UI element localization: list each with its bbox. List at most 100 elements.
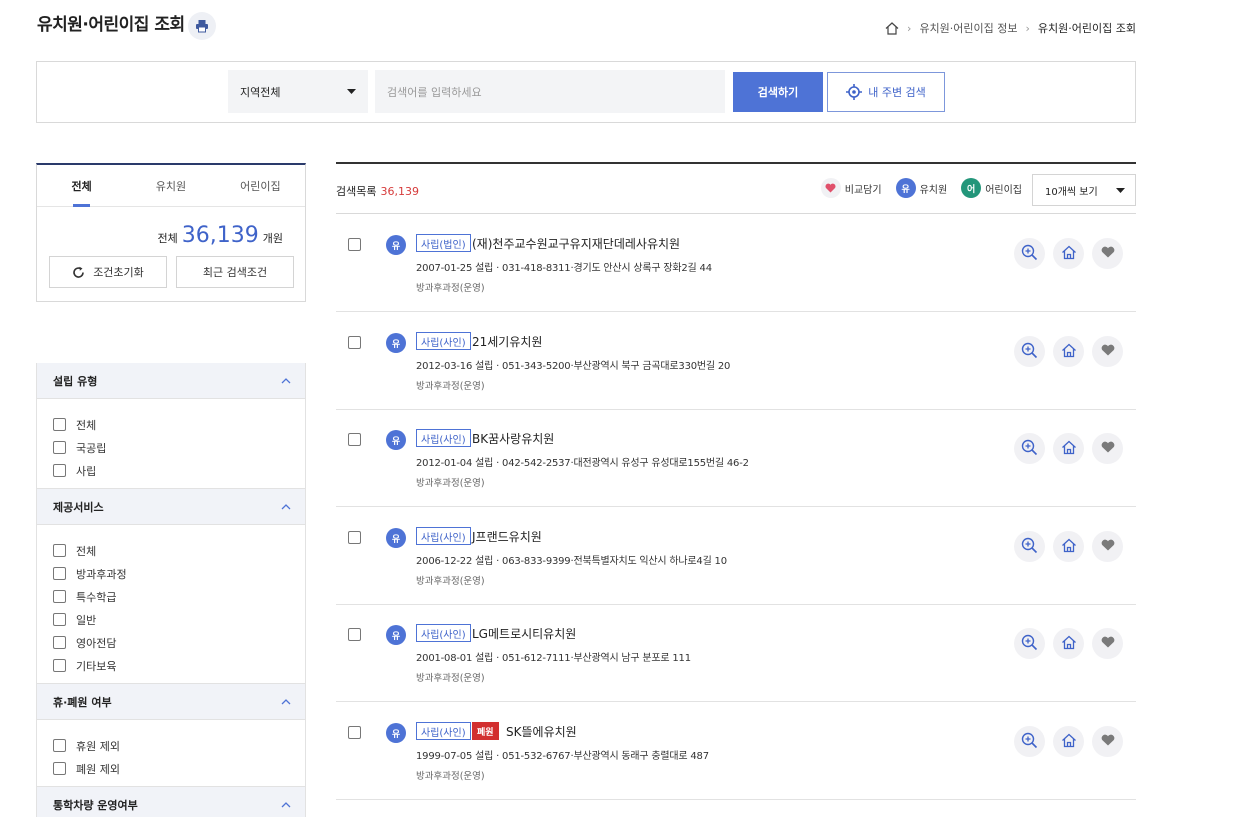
filter-option[interactable]: 사립 [53, 459, 289, 482]
checkbox[interactable] [53, 613, 66, 626]
homepage-button[interactable] [1053, 531, 1084, 562]
homepage-button[interactable] [1053, 628, 1084, 659]
item-actions [1014, 726, 1123, 757]
select-checkbox[interactable] [348, 336, 361, 349]
compare-legend[interactable]: 비교담기 [820, 178, 882, 198]
facility-name[interactable]: (재)천주교수원교구유지재단데레사유치원 [472, 235, 680, 252]
checkbox[interactable] [53, 739, 66, 752]
filter-header-services[interactable]: 제공서비스 [37, 489, 305, 525]
select-checkbox[interactable] [348, 433, 361, 446]
filter-option[interactable]: 특수학급 [53, 585, 289, 608]
search-input[interactable]: 검색어를 입력하세요 [375, 70, 725, 113]
detail-zoom-button[interactable] [1014, 336, 1045, 367]
home-icon [1061, 245, 1077, 263]
print-button[interactable] [188, 12, 216, 40]
breadcrumb-item[interactable]: 유치원·어린이집 정보 [919, 20, 1017, 36]
filter-title: 제공서비스 [53, 500, 104, 514]
reset-filters-button[interactable]: 조건초기화 [49, 256, 167, 288]
filter-option[interactable]: 영아전담 [53, 631, 289, 654]
tab-kindergarten[interactable]: 유치원 [126, 165, 215, 206]
favorite-button[interactable] [1092, 531, 1123, 562]
detail-zoom-button[interactable] [1014, 628, 1045, 659]
tab-all[interactable]: 전체 [37, 165, 126, 207]
filter-option-label: 국공립 [76, 441, 107, 455]
result-count: 36,139 [380, 185, 419, 198]
item-actions [1014, 628, 1123, 659]
nearby-search-button[interactable]: 내 주변 검색 [827, 72, 945, 112]
detail-zoom-button[interactable] [1014, 726, 1045, 757]
per-page-select[interactable]: 10개씩 보기 [1032, 174, 1136, 206]
region-select-value: 지역전체 [240, 85, 281, 99]
filter-option[interactable]: 폐원 제외 [53, 757, 289, 780]
type-tabs-panel: 전체 유치원 어린이집 전체 36,139 개원 조건초기화 최근 검색조건 [36, 163, 306, 302]
detail-zoom-button[interactable] [1014, 531, 1045, 562]
filter-options-closure: 휴원 제외 폐원 제외 [37, 720, 305, 787]
recent-search-button[interactable]: 최근 검색조건 [176, 256, 294, 288]
filter-option[interactable]: 전체 [53, 413, 289, 436]
item-actions [1014, 531, 1123, 562]
filter-option[interactable]: 일반 [53, 608, 289, 631]
breadcrumb: › 유치원·어린이집 정보 › 유치원·어린이집 조회 [885, 20, 1136, 36]
checkbox[interactable] [53, 659, 66, 672]
homepage-button[interactable] [1053, 238, 1084, 269]
favorite-button[interactable] [1092, 336, 1123, 367]
zoom-in-icon [1021, 732, 1038, 752]
checkbox[interactable] [53, 464, 66, 477]
filter-header-establishment[interactable]: 설립 유형 [37, 363, 305, 399]
select-checkbox[interactable] [348, 531, 361, 544]
kindergarten-badge-icon: 유 [386, 723, 406, 743]
homepage-button[interactable] [1053, 336, 1084, 367]
list-item: 유 사립(사인) 폐원 SK뜰에유치원 1999-07-05 설립 · 051-532-… [336, 702, 1136, 800]
filter-option[interactable]: 휴원 제외 [53, 734, 289, 757]
facility-services: 방과후과정(운영) [416, 381, 485, 392]
filter-option[interactable]: 전체 [53, 539, 289, 562]
checkbox[interactable] [53, 418, 66, 431]
filter-option[interactable]: 방과후과정 [53, 562, 289, 585]
detail-zoom-button[interactable] [1014, 238, 1045, 269]
filter-header-shuttle[interactable]: 통학차량 운영여부 [37, 787, 305, 817]
facility-name[interactable]: 21세기유치원 [472, 333, 542, 350]
checkbox[interactable] [53, 762, 66, 775]
total-count-number: 36,139 [181, 223, 259, 248]
checkbox[interactable] [53, 590, 66, 603]
total-count-prefix: 전체 [157, 232, 178, 245]
page-title: 유치원·어린이집 조회 [37, 15, 185, 35]
homepage-button[interactable] [1053, 433, 1084, 464]
printer-icon [196, 20, 208, 33]
facility-name[interactable]: J프랜드유치원 [472, 528, 542, 545]
home-icon[interactable] [885, 21, 899, 35]
facility-info: 2012-03-16 설립 · 051-343-5200·부산광역시 북구 금곡… [416, 361, 731, 372]
type-tabs: 전체 유치원 어린이집 [37, 165, 305, 207]
favorite-button[interactable] [1092, 628, 1123, 659]
list-item: 유 사립(사인) LG메트로시티유치원 2001-08-01 설립 · 051-612… [336, 604, 1136, 702]
filter-title: 설립 유형 [53, 374, 98, 388]
zoom-in-icon [1021, 244, 1038, 264]
chevron-up-icon [281, 698, 291, 704]
homepage-button[interactable] [1053, 726, 1084, 757]
list-item: 유 사립(법인) (재)천주교수원교구유지재단데레사유치원 2007-01-25 설립… [336, 214, 1136, 312]
favorite-button[interactable] [1092, 726, 1123, 757]
filter-option[interactable]: 국공립 [53, 436, 289, 459]
region-select[interactable]: 지역전체 [228, 70, 368, 113]
select-checkbox[interactable] [348, 726, 361, 739]
facility-name[interactable]: SK뜰에유치원 [506, 723, 577, 740]
checkbox[interactable] [53, 567, 66, 580]
list-item: 유 사립(사인) 21세기유치원 2012-03-16 설립 · 051-343-52… [336, 312, 1136, 410]
facility-name[interactable]: BK꿈사랑유치원 [472, 430, 554, 447]
favorite-button[interactable] [1092, 433, 1123, 464]
select-checkbox[interactable] [348, 628, 361, 641]
filter-option[interactable]: 기타보육 [53, 654, 289, 677]
search-button[interactable]: 검색하기 [733, 72, 823, 112]
detail-zoom-button[interactable] [1014, 433, 1045, 464]
facility-name[interactable]: LG메트로시티유치원 [472, 625, 576, 642]
home-icon [1061, 343, 1077, 361]
checkbox[interactable] [53, 636, 66, 649]
select-checkbox[interactable] [348, 238, 361, 251]
tab-daycare[interactable]: 어린이집 [216, 165, 305, 206]
checkbox[interactable] [53, 544, 66, 557]
checkbox[interactable] [53, 441, 66, 454]
favorite-button[interactable] [1092, 238, 1123, 269]
chevron-up-icon [281, 503, 291, 509]
filter-header-closure[interactable]: 휴·폐원 여부 [37, 684, 305, 720]
filter-options-establishment: 전체 국공립 사립 [37, 399, 305, 489]
